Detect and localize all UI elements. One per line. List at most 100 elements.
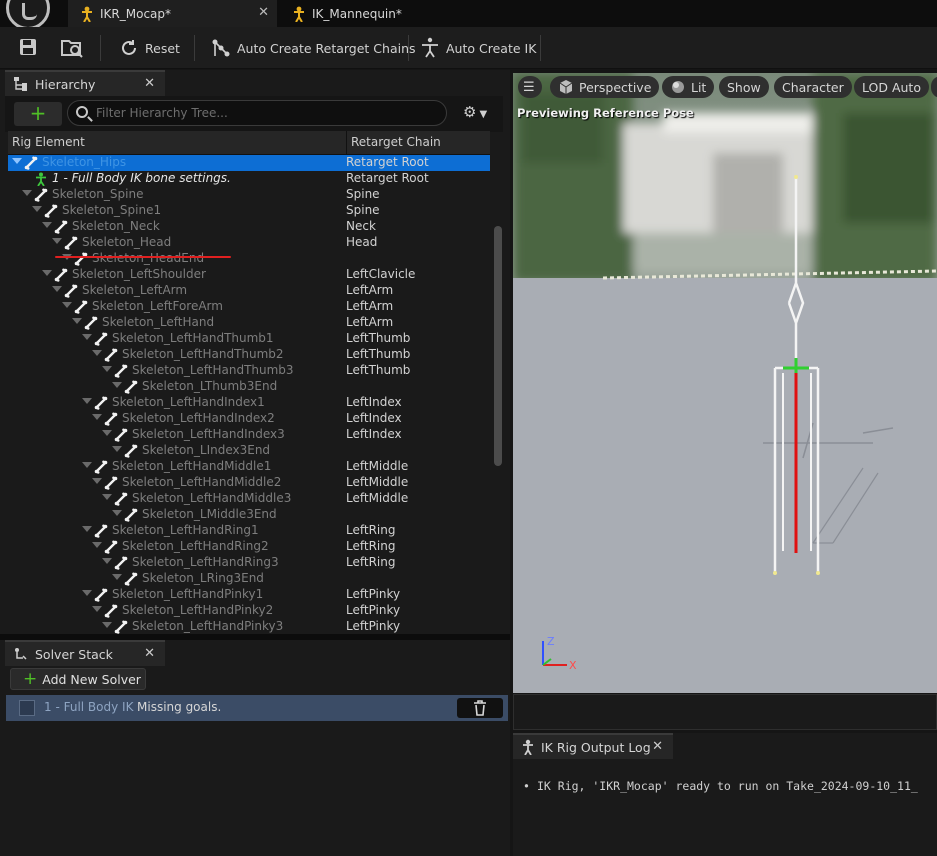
close-icon[interactable]: ✕ <box>652 739 663 754</box>
expand-arrow-icon[interactable] <box>92 478 102 484</box>
expand-arrow-icon[interactable] <box>102 558 112 564</box>
solver-row[interactable]: 1 - Full Body IK Missing goals. <box>6 695 508 721</box>
expand-arrow-icon[interactable] <box>92 606 102 612</box>
tree-row-bone[interactable]: Skeleton_LeftHandIndex1 LeftIndex <box>8 395 490 411</box>
tab-ik-mannequin[interactable]: IK_Mannequin* <box>280 0 420 27</box>
perspective-button[interactable]: Perspective <box>550 76 660 98</box>
tree-row-solver-setting[interactable]: 1 - Full Body IK bone settings. Retarget … <box>8 171 490 187</box>
output-log-tab[interactable]: IK Rig Output Log ✕ <box>513 733 673 759</box>
lit-button[interactable]: Lit <box>662 76 715 98</box>
expand-arrow-icon[interactable] <box>52 286 62 292</box>
tree-row-bone[interactable]: Skeleton_LeftHandRing1 LeftRing <box>8 523 490 539</box>
tree-row-bone[interactable]: Skeleton_LeftHand LeftArm <box>8 315 490 331</box>
tree-row-bone[interactable]: Skeleton_LeftForeArm LeftArm <box>8 299 490 315</box>
browse-asset-icon[interactable] <box>60 37 83 59</box>
close-icon[interactable]: ✕ <box>144 76 155 91</box>
lod-button[interactable]: LOD Auto <box>854 76 929 98</box>
tree-row-bone[interactable]: Skeleton_LeftHandMiddle3 LeftMiddle <box>8 491 490 507</box>
reset-button[interactable]: Reset <box>118 36 180 60</box>
tree-row-bone[interactable]: Skeleton_LeftHandThumb3 LeftThumb <box>8 363 490 379</box>
hierarchy-scrollbar[interactable] <box>494 226 502 466</box>
expand-arrow-icon[interactable] <box>92 414 102 420</box>
expand-arrow-icon[interactable] <box>52 238 62 244</box>
expand-arrow-icon[interactable] <box>22 190 32 196</box>
expand-arrow-icon[interactable] <box>102 494 112 500</box>
solver-enabled-checkbox[interactable] <box>19 700 35 716</box>
expand-arrow-icon[interactable] <box>102 622 112 628</box>
bone-icon <box>64 284 78 298</box>
viewport-menu-button[interactable]: ☰ <box>518 76 542 98</box>
expand-arrow-icon[interactable] <box>62 302 72 308</box>
solver-stack-tab[interactable]: Solver Stack ✕ <box>5 640 165 666</box>
expand-arrow-icon[interactable] <box>102 430 112 436</box>
expand-arrow-icon[interactable] <box>82 334 92 340</box>
search-icon <box>76 106 88 118</box>
column-rig-element[interactable]: Rig Element <box>12 135 85 149</box>
viewport[interactable]: Z X ☰ Perspective Lit Show Character LOD… <box>513 73 937 693</box>
close-icon[interactable]: ✕ <box>258 5 269 20</box>
expand-arrow-icon[interactable] <box>12 158 22 164</box>
tree-row-bone[interactable]: Skeleton_LeftHandRing2 LeftRing <box>8 539 490 555</box>
show-button[interactable]: Show <box>719 76 769 98</box>
expand-arrow-icon[interactable] <box>82 590 92 596</box>
tree-row-bone[interactable]: Skeleton_LeftHandMiddle1 LeftMiddle <box>8 459 490 475</box>
tree-row-name: Skeleton_LeftHandThumb3 <box>132 363 294 377</box>
tree-row-bone[interactable]: Skeleton_HeadEnd <box>8 251 490 267</box>
tree-row-bone[interactable]: Skeleton_LeftHandPinky2 LeftPinky <box>8 603 490 619</box>
tree-row-bone[interactable]: Skeleton_LRing3End <box>8 571 490 587</box>
tree-row-bone[interactable]: Skeleton_LeftHandPinky1 LeftPinky <box>8 587 490 603</box>
tree-row-bone[interactable]: Skeleton_LeftHandPinky3 LeftPinky <box>8 619 490 635</box>
tree-row-bone[interactable]: Skeleton_LThumb3End <box>8 379 490 395</box>
expand-arrow-icon[interactable] <box>102 366 112 372</box>
add-new-solver-button[interactable]: + Add New Solver <box>10 668 146 690</box>
tab-label: IKR_Mocap* <box>100 6 172 21</box>
expand-arrow-icon[interactable] <box>112 574 122 580</box>
tree-row-bone[interactable]: Skeleton_Neck Neck <box>8 219 490 235</box>
tree-row-bone[interactable]: Skeleton_Spine Spine <box>8 187 490 203</box>
settings-dropdown[interactable]: ⚙ ▼ <box>463 103 495 123</box>
expand-arrow-icon[interactable] <box>72 318 82 324</box>
tree-row-bone[interactable]: Skeleton_LMiddle3End <box>8 507 490 523</box>
expand-arrow-icon[interactable] <box>112 510 122 516</box>
hierarchy-tree[interactable]: Skeleton_Hips Retarget Root 1 - Full Body … <box>8 155 490 635</box>
column-retarget-chain[interactable]: Retarget Chain <box>346 131 441 155</box>
filter-hierarchy-input[interactable] <box>96 104 436 122</box>
expand-arrow-icon[interactable] <box>82 462 92 468</box>
viewport-extra-button[interactable] <box>931 76 937 98</box>
unreal-logo-icon[interactable] <box>6 0 50 30</box>
expand-arrow-icon[interactable] <box>112 382 122 388</box>
expand-arrow-icon[interactable] <box>82 398 92 404</box>
tree-row-bone[interactable]: Skeleton_LeftHandMiddle2 LeftMiddle <box>8 475 490 491</box>
expand-arrow-icon[interactable] <box>82 526 92 532</box>
delete-solver-button[interactable] <box>457 698 503 718</box>
tree-row-bone[interactable]: Skeleton_Spine1 Spine <box>8 203 490 219</box>
expand-arrow-icon[interactable] <box>42 222 52 228</box>
tree-row-bone[interactable]: Skeleton_LeftArm LeftArm <box>8 283 490 299</box>
tree-row-bone[interactable]: Skeleton_LeftHandRing3 LeftRing <box>8 555 490 571</box>
auto-create-ik-button[interactable]: Auto Create IK <box>419 36 536 60</box>
tree-row-bone[interactable]: Skeleton_LeftHandThumb2 LeftThumb <box>8 347 490 363</box>
expand-arrow-icon[interactable] <box>42 270 52 276</box>
expand-arrow-icon[interactable] <box>32 206 42 212</box>
tree-row-bone[interactable]: Skeleton_LeftHandIndex3 LeftIndex <box>8 427 490 443</box>
add-element-button[interactable]: + <box>14 102 62 126</box>
tree-row-bone[interactable]: Skeleton_Head Head <box>8 235 490 251</box>
filter-hierarchy-search[interactable] <box>67 100 447 126</box>
auto-create-retarget-chains-button[interactable]: Auto Create Retarget Chains <box>210 36 416 60</box>
hierarchy-tab[interactable]: Hierarchy ✕ <box>5 70 165 96</box>
main-toolbar: Reset Auto Create Retarget Chains Auto C… <box>0 27 937 69</box>
character-button[interactable]: Character <box>774 76 852 98</box>
tree-row-bone[interactable]: Skeleton_LIndex3End <box>8 443 490 459</box>
save-icon[interactable] <box>18 37 40 59</box>
tree-row-bone[interactable]: Skeleton_LeftHandThumb1 LeftThumb <box>8 331 490 347</box>
expand-arrow-icon[interactable] <box>92 542 102 548</box>
tree-row-name: Skeleton_Hips <box>42 155 127 169</box>
tree-row-bone[interactable]: Skeleton_LeftShoulder LeftClavicle <box>8 267 490 283</box>
expand-arrow-icon[interactable] <box>112 446 122 452</box>
tree-row-bone[interactable]: Skeleton_LeftHandIndex2 LeftIndex <box>8 411 490 427</box>
tree-row-bone[interactable]: Skeleton_Hips Retarget Root <box>8 155 490 171</box>
close-icon[interactable]: ✕ <box>144 646 155 661</box>
expand-arrow-icon[interactable] <box>92 350 102 356</box>
tab-ikr-mocap[interactable]: IKR_Mocap* ✕ <box>68 0 277 27</box>
tree-row-retarget-chain: LeftThumb <box>346 347 411 361</box>
